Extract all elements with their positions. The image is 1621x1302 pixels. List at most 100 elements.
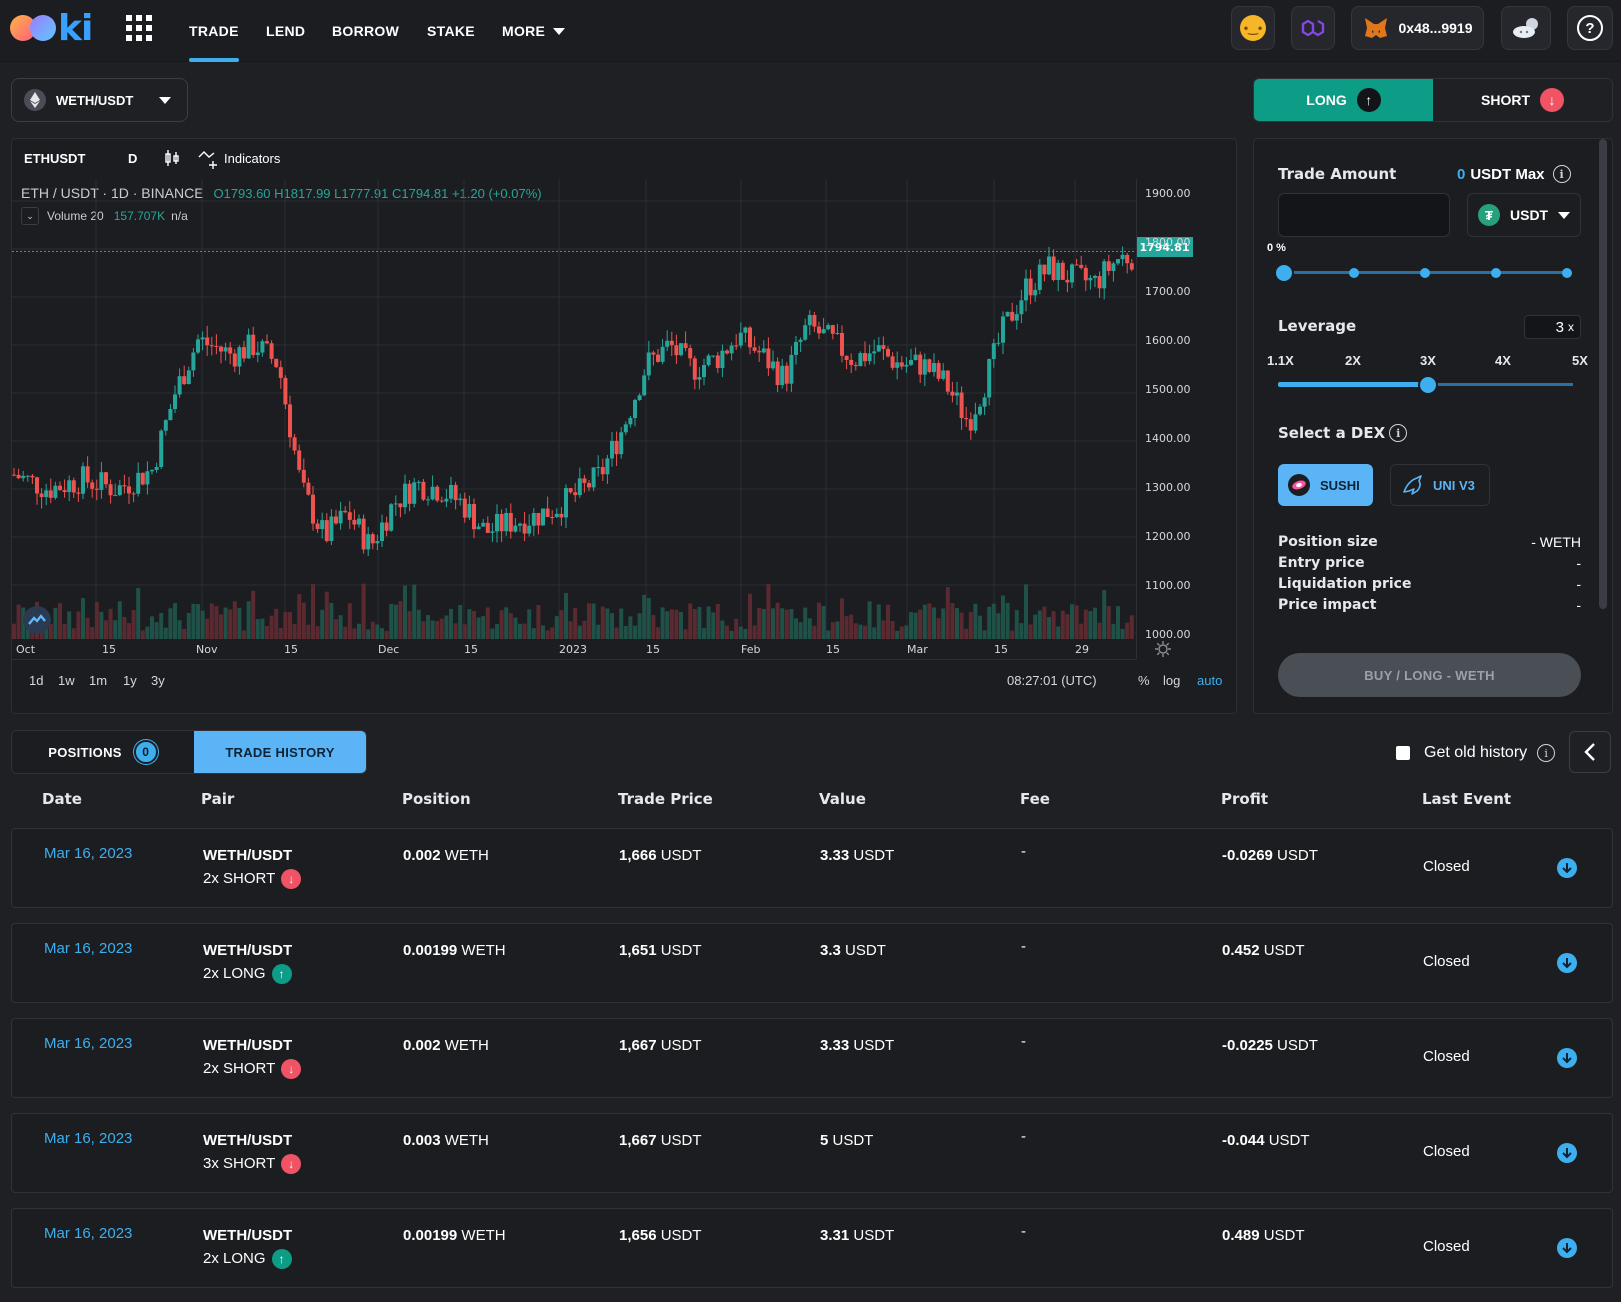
short-tab-label: SHORT <box>1481 92 1530 108</box>
leverage-step[interactable]: 4X <box>1495 353 1511 368</box>
range-1w[interactable]: 1w <box>58 673 75 688</box>
short-tab[interactable]: SHORT ↓ <box>1433 79 1612 121</box>
expand-row-button[interactable] <box>1557 1143 1577 1163</box>
trade-date[interactable]: Mar 16, 2023 <box>44 940 132 957</box>
log-scale-toggle[interactable]: log <box>1163 673 1180 688</box>
table-row[interactable]: Mar 16, 2023 WETH/USDT 2x LONG ↑ 0.00199 WET… <box>11 1208 1613 1288</box>
max-amount[interactable]: 0 USDT Max i <box>1457 165 1571 183</box>
volume-bar <box>393 604 398 639</box>
old-history-checkbox[interactable] <box>1396 746 1410 760</box>
column-header-position[interactable]: Position <box>402 790 471 808</box>
wallet-button[interactable]: 0x48...9919 <box>1351 6 1484 50</box>
leverage-step[interactable]: 3X <box>1420 353 1436 368</box>
leverage-step[interactable]: 5X <box>1572 353 1588 368</box>
column-header-profit[interactable]: Profit <box>1221 790 1268 808</box>
info-icon[interactable]: i <box>1537 744 1556 762</box>
expand-row-button[interactable] <box>1557 1238 1577 1258</box>
table-row[interactable]: Mar 16, 2023 WETH/USDT 2x SHORT ↓ 0.002 WETH… <box>11 828 1613 908</box>
candle-body <box>587 483 591 488</box>
trade-date[interactable]: Mar 16, 2023 <box>44 1130 132 1147</box>
leverage-step[interactable]: 2X <box>1345 353 1361 368</box>
info-icon[interactable]: i <box>1552 165 1571 183</box>
buy-long-button[interactable]: BUY / LONG - WETH <box>1278 653 1581 697</box>
trade-panel-scrollbar[interactable] <box>1599 139 1607 609</box>
column-header-value[interactable]: Value <box>819 790 866 808</box>
tradingview-logo-icon[interactable] <box>22 605 52 635</box>
interval-button[interactable]: D <box>128 151 137 166</box>
dex-sushi-button[interactable]: SUSHI <box>1278 464 1373 506</box>
nav-stake[interactable]: STAKE <box>427 0 475 62</box>
amount-step-dot[interactable] <box>1420 268 1430 278</box>
leverage-slider-handle[interactable] <box>1417 375 1438 395</box>
column-header-date[interactable]: Date <box>42 790 82 808</box>
amount-slider[interactable] <box>1274 263 1573 283</box>
expand-row-button[interactable] <box>1557 953 1577 973</box>
auto-scale-toggle[interactable]: auto <box>1197 673 1222 688</box>
info-icon[interactable]: i <box>1389 424 1408 442</box>
nav-trade[interactable]: TRADE <box>189 0 239 62</box>
old-history-option[interactable]: Get old history i <box>1396 744 1556 762</box>
pair-selector[interactable]: WETH/USDT <box>11 78 188 122</box>
range-1d[interactable]: 1d <box>29 673 43 688</box>
leverage-input[interactable]: 3 x <box>1524 315 1581 339</box>
long-tab[interactable]: LONG ↑ <box>1254 79 1433 121</box>
nav-borrow[interactable]: BORROW <box>332 0 399 62</box>
positions-tab[interactable]: POSITIONS 0 <box>12 731 194 773</box>
column-header-trade-price[interactable]: Trade Price <box>618 790 713 808</box>
volume-bar <box>490 628 495 639</box>
volume-bar <box>725 625 729 639</box>
trade-date[interactable]: Mar 16, 2023 <box>44 845 132 862</box>
volume-bar <box>283 612 288 639</box>
trade-date[interactable]: Mar 16, 2023 <box>44 1035 132 1052</box>
indicators-button[interactable]: Indicators <box>224 151 280 166</box>
network-button[interactable] <box>1291 6 1335 50</box>
candlestick-plot[interactable] <box>12 179 1237 659</box>
amount-step-dot[interactable] <box>1491 268 1501 278</box>
candle-body <box>844 355 849 360</box>
symbol-search[interactable]: ETHUSDT <box>24 151 85 166</box>
volume-bar <box>265 626 269 639</box>
nav-more[interactable]: MORE <box>502 0 566 62</box>
nav-lend[interactable]: LEND <box>266 0 305 62</box>
theme-toggle[interactable] <box>1501 6 1551 50</box>
column-header-fee[interactable]: Fee <box>1020 790 1050 808</box>
indicators-icon[interactable] <box>198 149 220 169</box>
trade-history-tab[interactable]: TRADE HISTORY <box>194 731 366 773</box>
trade-date[interactable]: Mar 16, 2023 <box>44 1225 132 1242</box>
column-header-pair[interactable]: Pair <box>201 790 234 808</box>
range-1y[interactable]: 1y <box>123 673 137 688</box>
ooki-logo[interactable]: ki <box>10 8 93 49</box>
collapse-panel-button[interactable] <box>1569 731 1611 773</box>
range-1m[interactable]: 1m <box>89 673 107 688</box>
price-axis[interactable]: 1900.00 1800.00 1700.00 1600.00 1500.00 1400.… <box>1136 179 1236 659</box>
amount-step-dot[interactable] <box>1349 268 1359 278</box>
expand-row-button[interactable] <box>1557 1048 1577 1068</box>
price-chart[interactable]: ETHUSDT D Indicators ETH / USDT · 1D · B… <box>11 138 1237 714</box>
candle-body <box>44 490 49 498</box>
percent-scale-toggle[interactable]: % <box>1138 673 1150 688</box>
max-text: USDT Max <box>1470 165 1545 183</box>
help-button[interactable]: ? <box>1567 6 1613 50</box>
range-3y[interactable]: 3y <box>151 673 165 688</box>
expand-row-button[interactable] <box>1557 858 1577 878</box>
trade-amount-input[interactable] <box>1278 193 1450 237</box>
token-selector[interactable]: ₮ USDT <box>1467 193 1581 237</box>
column-header-last-event[interactable]: Last Event <box>1422 790 1511 808</box>
candles-icon[interactable] <box>164 148 180 168</box>
leverage-step[interactable]: 1.1X <box>1267 353 1294 368</box>
table-row[interactable]: Mar 16, 2023 WETH/USDT 2x SHORT ↓ 0.002 WETH… <box>11 1018 1613 1098</box>
candle-body <box>849 359 854 365</box>
dex-uniswap-button[interactable]: UNI V3 <box>1390 464 1490 506</box>
table-row[interactable]: Mar 16, 2023 WETH/USDT 3x SHORT ↓ 0.003 WETH… <box>11 1113 1613 1193</box>
leverage-slider[interactable] <box>1278 375 1573 395</box>
emoji-button[interactable]: •‿• <box>1231 6 1275 50</box>
candle-body <box>214 346 219 348</box>
apps-grid-icon[interactable] <box>126 15 152 41</box>
amount-step-dot[interactable] <box>1562 268 1572 278</box>
amount-slider-handle[interactable] <box>1274 263 1294 283</box>
trade-form: Trade Amount 0 USDT Max i ₮ USDT 0 % Lev… <box>1253 138 1613 714</box>
time-axis[interactable]: Oct 15 Nov 15 Dec 15 2023 15 Feb 15 Mar 15 29 <box>12 639 1136 659</box>
table-row[interactable]: Mar 16, 2023 WETH/USDT 2x LONG ↑ 0.00199 WET… <box>11 923 1613 1003</box>
volume-bar <box>380 628 384 639</box>
settings-gear-icon[interactable] <box>1154 640 1172 658</box>
